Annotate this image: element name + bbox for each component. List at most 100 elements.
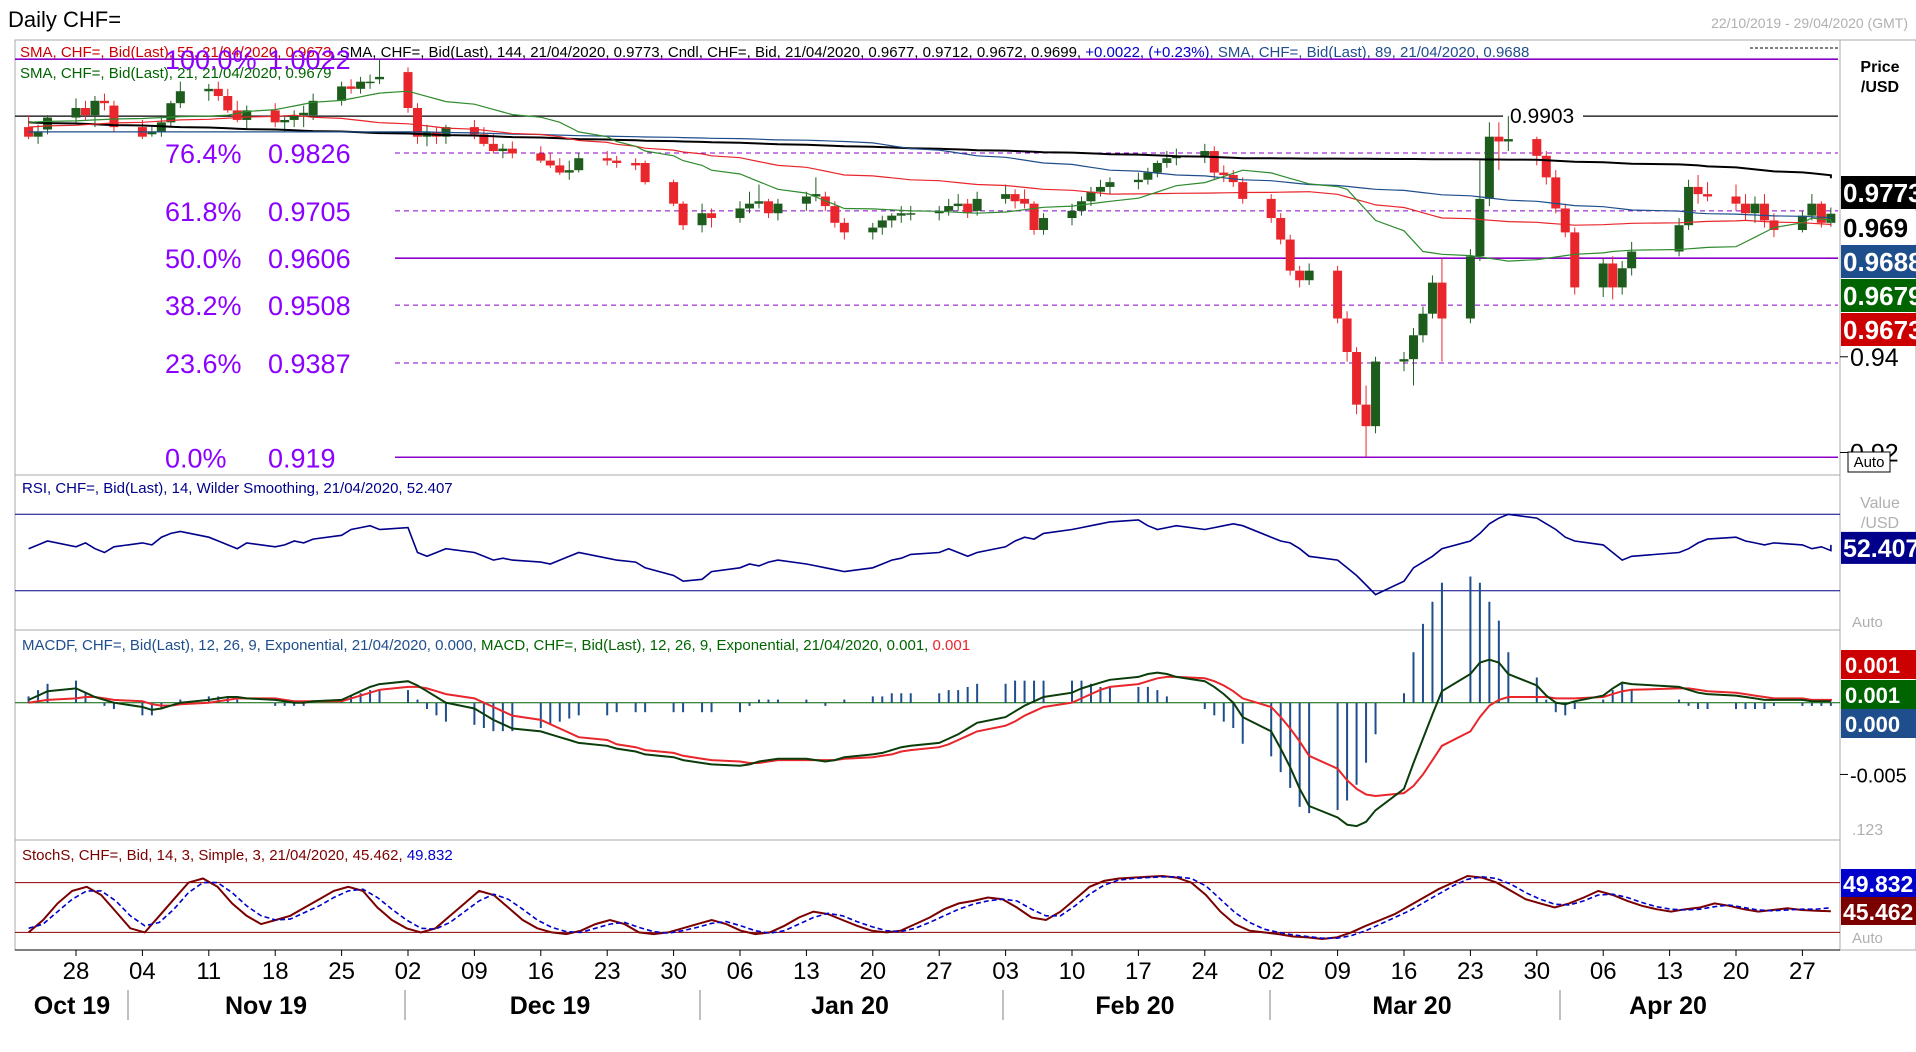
x-day-label-26: 27 xyxy=(1789,958,1816,985)
stoch-auto-label: Auto xyxy=(1852,930,1883,947)
candle-body xyxy=(80,107,90,116)
candle-body xyxy=(498,148,508,152)
x-day-label-9: 30 xyxy=(660,958,687,985)
candle-body xyxy=(1570,232,1580,288)
x-day-label-22: 30 xyxy=(1523,958,1550,985)
candle-body xyxy=(545,160,555,166)
macd-tag-label-0: 0.001 xyxy=(1845,653,1900,678)
candle-body xyxy=(1295,270,1305,281)
candle-body xyxy=(887,215,897,221)
candle-body xyxy=(697,213,707,226)
price-tag-label-3: 0.9679 xyxy=(1843,281,1916,311)
price-tag-label-0: 0.9773 xyxy=(1843,178,1916,208)
candle-body xyxy=(678,203,688,226)
candle-body xyxy=(1465,256,1475,319)
x-day-label-14: 03 xyxy=(992,958,1019,985)
candle-body xyxy=(365,81,375,84)
candle-body xyxy=(1399,359,1409,362)
fib-value-label-6: 0.919 xyxy=(268,443,336,473)
x-month-label-1: Nov 19 xyxy=(225,992,307,1020)
candle-body xyxy=(1503,139,1513,142)
candle-body xyxy=(1238,182,1248,199)
x-day-label-0: 28 xyxy=(63,958,90,985)
candle-body xyxy=(356,81,366,89)
rsi-value-tag-label: 52.407 xyxy=(1843,535,1916,563)
rsi-axis-header-line1: Value xyxy=(1860,495,1900,512)
candle-body xyxy=(972,198,982,211)
rsi-auto-button[interactable]: Auto xyxy=(1852,614,1883,631)
candle-body xyxy=(1333,270,1343,319)
fib-pct-label-3: 50.0% xyxy=(165,244,242,274)
x-month-label-6: Apr 20 xyxy=(1629,992,1707,1020)
candle-body xyxy=(602,158,612,161)
stoch-tag-label-1: 45.462 xyxy=(1843,899,1913,925)
x-day-label-20: 16 xyxy=(1391,958,1418,985)
macd-signal-legend-text: 0.001 xyxy=(933,637,971,654)
candle-body xyxy=(1020,198,1030,204)
candle-body xyxy=(1408,335,1418,360)
candle-body xyxy=(1143,172,1153,180)
stoch-auto-button[interactable]: Auto xyxy=(1852,930,1883,947)
candle-body xyxy=(109,105,119,128)
candle-body xyxy=(1039,218,1049,230)
candle-body xyxy=(944,206,954,211)
x-day-label-24: 13 xyxy=(1656,958,1683,985)
candle-body xyxy=(1684,186,1694,226)
candle-body xyxy=(536,153,546,161)
stoch-tag-label-0: 49.832 xyxy=(1843,871,1913,897)
x-month-label-0: Oct 19 xyxy=(34,992,110,1020)
candle-body xyxy=(1437,282,1447,319)
stoch-d-legend-text: 49.832 xyxy=(407,847,453,864)
candle-body xyxy=(1427,282,1437,314)
fib-pct-label-4: 38.2% xyxy=(165,291,242,321)
stoch-k-legend-text: StochS, CHF=, Bid, 14, 3, Simple, 3, 21/… xyxy=(22,847,407,864)
candle-body xyxy=(166,103,176,123)
x-day-label-12: 20 xyxy=(859,958,886,985)
x-day-label-6: 09 xyxy=(461,958,488,985)
candle-body xyxy=(735,208,745,219)
candle-body xyxy=(403,72,413,108)
fib-pct-label-6: 0.0% xyxy=(165,443,227,473)
candle-body xyxy=(1608,263,1618,288)
candle-body xyxy=(299,112,309,116)
price-auto-button[interactable]: Auto xyxy=(1847,451,1891,473)
candle-body xyxy=(213,88,223,97)
candle-body xyxy=(1342,318,1352,352)
x-day-label-11: 13 xyxy=(793,958,820,985)
candle-body xyxy=(1560,208,1570,233)
chart-root: Daily CHF= 22/10/2019 - 29/04/2020 (GMT)… xyxy=(0,0,1916,1047)
fib-pct-label-5: 23.6% xyxy=(165,349,242,379)
candle-body xyxy=(1759,203,1769,221)
fib-value-label-5: 0.9387 xyxy=(268,349,351,379)
candle-body xyxy=(204,88,214,92)
x-day-label-8: 23 xyxy=(594,958,621,985)
candle-body xyxy=(1276,218,1286,240)
candle-body xyxy=(744,203,754,209)
candle-body xyxy=(1693,186,1703,195)
x-day-label-21: 23 xyxy=(1457,958,1484,985)
x-day-label-19: 09 xyxy=(1324,958,1351,985)
candle-body xyxy=(612,160,622,164)
candle-body xyxy=(1627,251,1637,269)
x-day-label-16: 17 xyxy=(1125,958,1152,985)
candle-body xyxy=(640,163,650,183)
candle-body xyxy=(1361,404,1371,427)
x-day-label-1: 04 xyxy=(129,958,156,985)
chart-canvas: Daily CHF= 22/10/2019 - 29/04/2020 (GMT)… xyxy=(0,0,1916,1047)
candle-body xyxy=(1703,194,1713,197)
macd-legend: MACDF, CHF=, Bid(Last), 12, 26, 9, Expon… xyxy=(22,637,970,654)
candle-body xyxy=(1162,158,1172,164)
price-tag-label-1: 0.969 xyxy=(1843,213,1908,243)
x-day-label-23: 06 xyxy=(1590,958,1617,985)
fib-value-label-4: 0.9508 xyxy=(268,291,351,321)
candle-body xyxy=(1086,191,1096,202)
price-axis-header-line1: Price xyxy=(1860,59,1899,76)
candle-body xyxy=(754,201,764,204)
candle-body xyxy=(1532,139,1542,156)
rsi-legend: RSI, CHF=, Bid(Last), 14, Wilder Smoothi… xyxy=(22,480,453,497)
fib-pct-label-0: 100.0% xyxy=(165,45,257,75)
candle-body xyxy=(773,203,783,214)
candle-body xyxy=(1152,163,1162,173)
price-tag-label-2: 0.9688 xyxy=(1843,247,1916,277)
candle-body xyxy=(564,170,574,173)
